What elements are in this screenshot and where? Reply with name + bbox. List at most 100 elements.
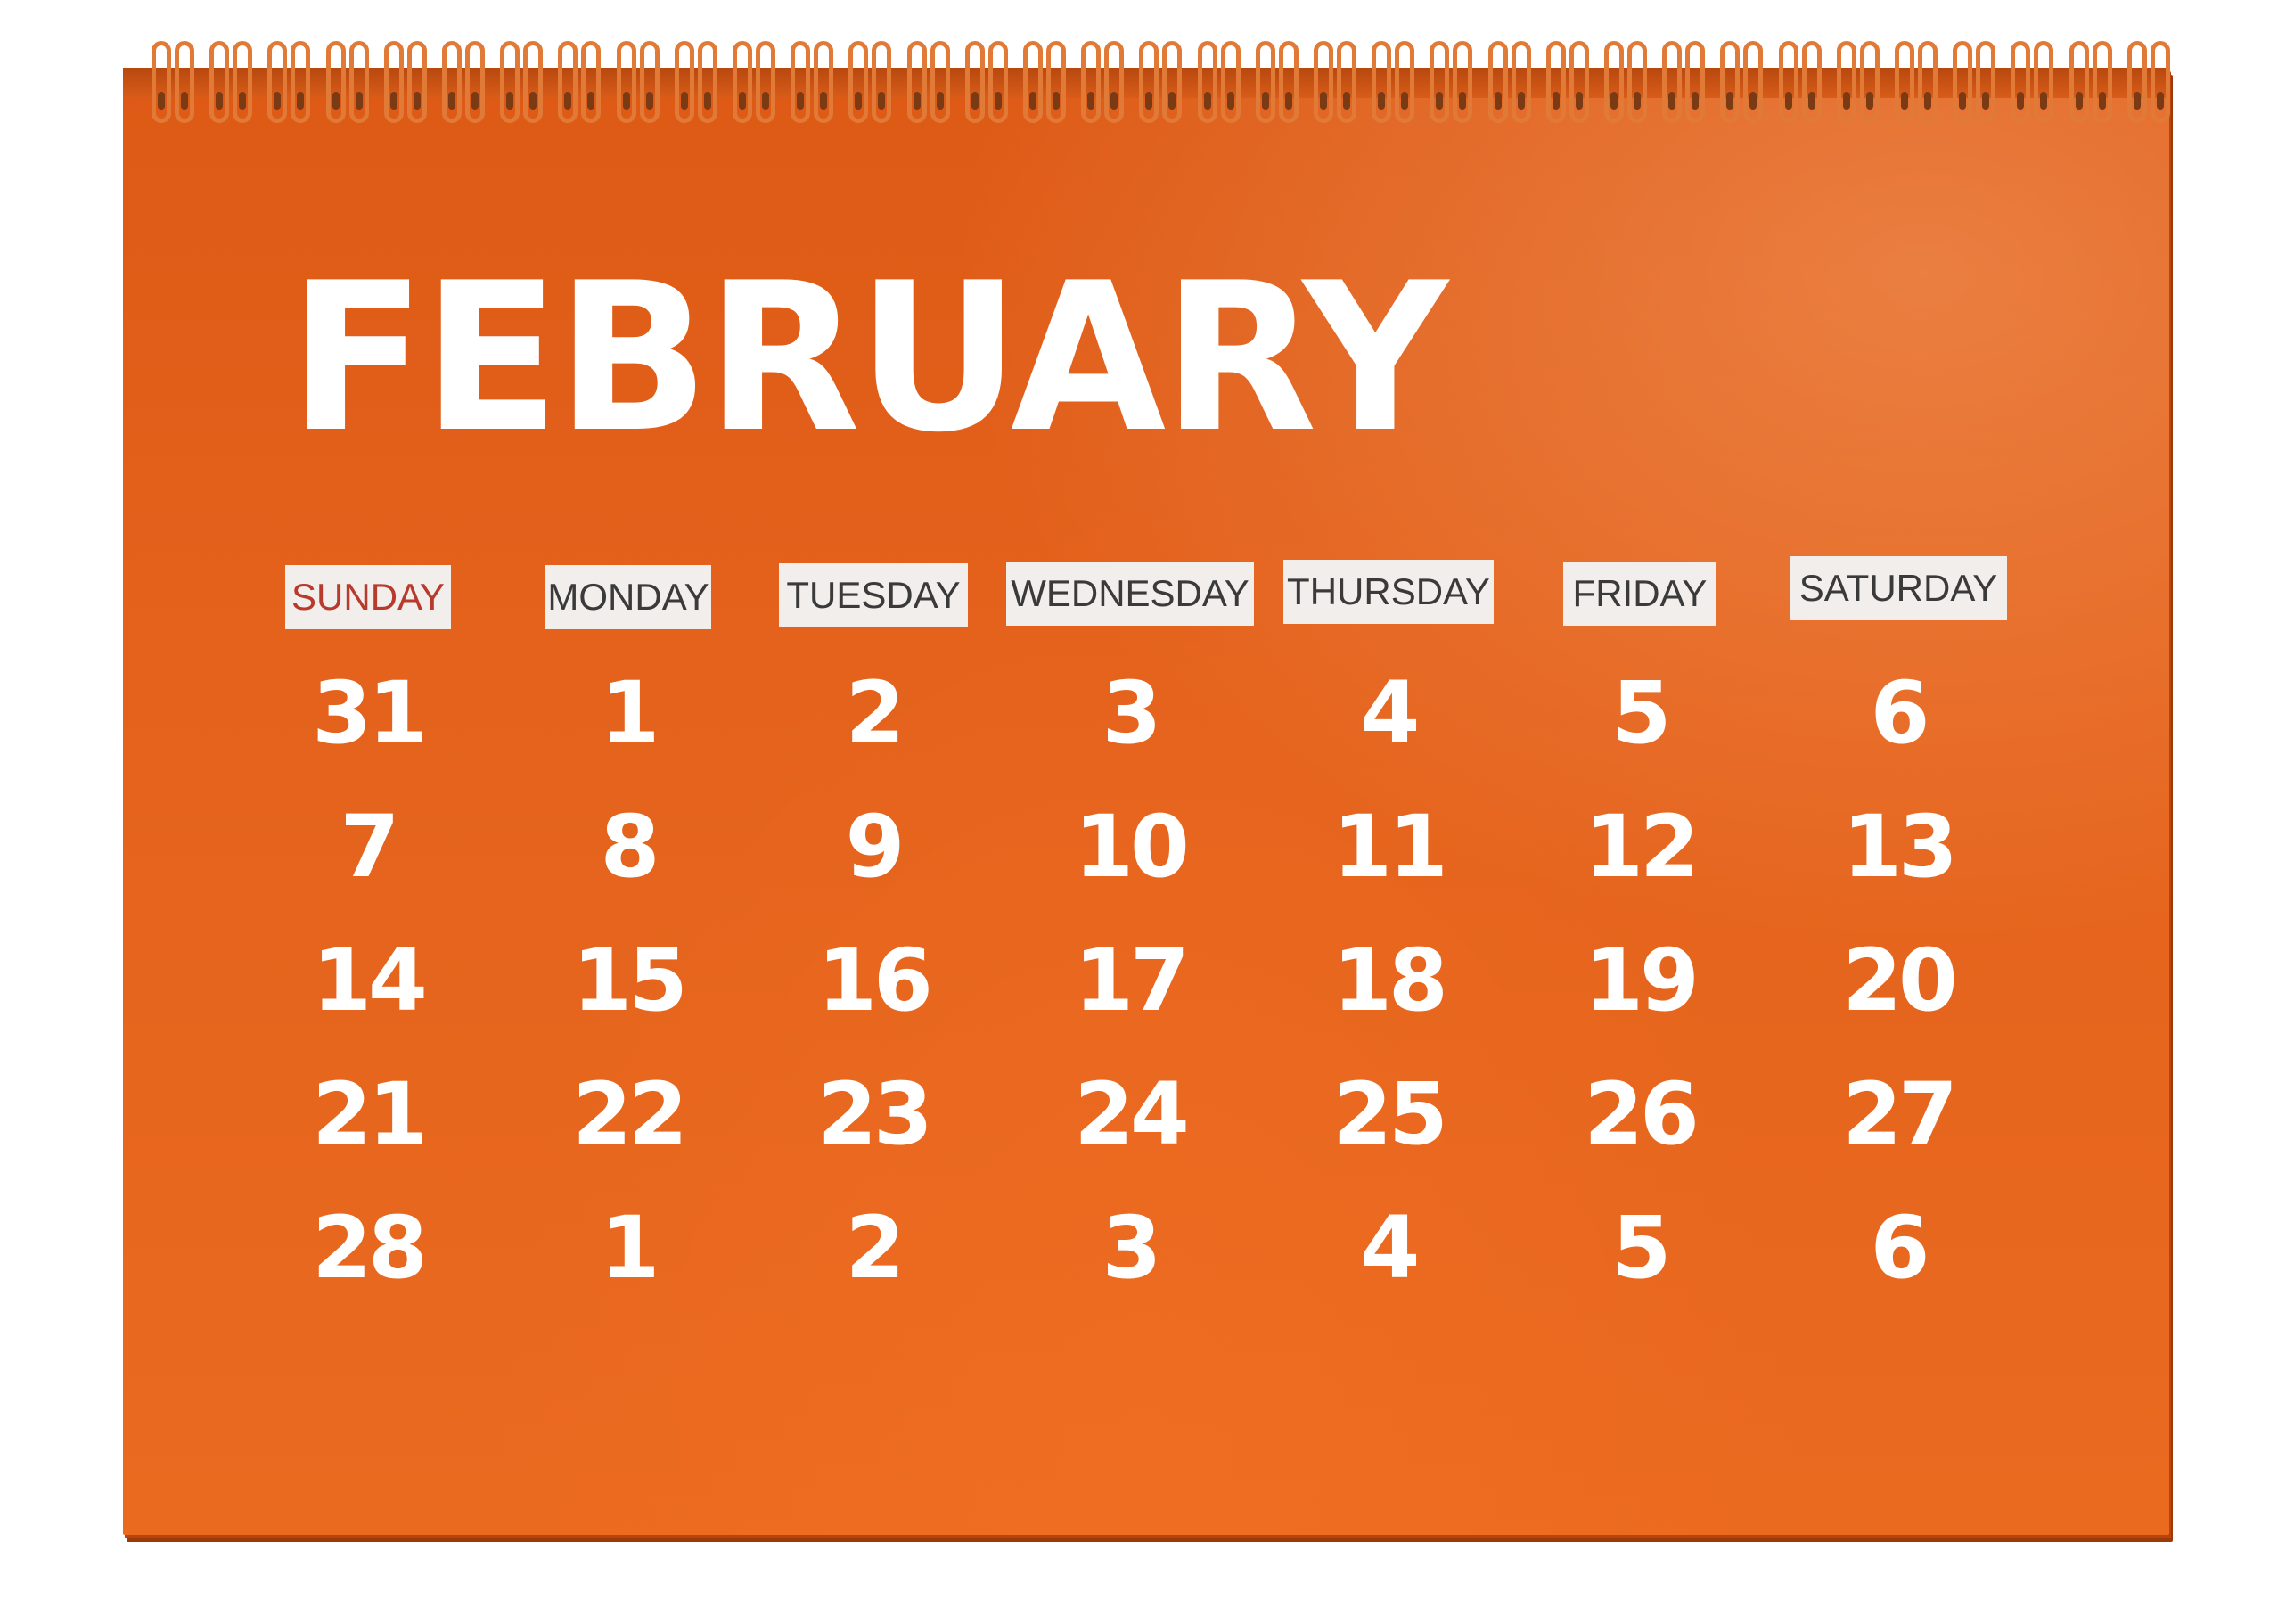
spiral-ring — [872, 41, 892, 123]
weekday-header-row: SUNDAY MONDAY TUESDAY WEDNESDAY THURSDAY… — [0, 556, 2294, 629]
spiral-ring — [1139, 41, 1159, 123]
spiral-ring — [1604, 41, 1624, 123]
spiral-ring — [1836, 41, 1856, 123]
spiral-ring — [1511, 41, 1531, 123]
spiral-ring — [406, 41, 427, 123]
day-number: 9 — [845, 797, 905, 897]
spiral-ring — [1801, 41, 1822, 123]
spiral-ring — [523, 41, 544, 123]
weekday-friday: FRIDAY — [1563, 562, 1716, 626]
spiral-ring — [1743, 41, 1764, 123]
day-number: 14 — [312, 931, 428, 1030]
day-number: 21 — [312, 1064, 428, 1164]
day-number: 5 — [1611, 1198, 1672, 1298]
spiral-ring — [1569, 41, 1589, 123]
days-grid: 31 1 2 3 4 5 6 7 8 9 10 11 12 13 14 15 16 17 18 19 20 21 22 23 2… — [0, 660, 2294, 1337]
spiral-ring — [733, 41, 752, 123]
spiral-ring — [233, 41, 253, 123]
spiral-ring — [1859, 41, 1880, 123]
spiral-ring — [1976, 41, 1996, 123]
spiral-ring — [2092, 41, 2112, 123]
spiral-ring — [348, 41, 369, 123]
spiral-ring — [697, 41, 717, 123]
spiral-ring — [175, 41, 194, 123]
day-number: 8 — [600, 797, 660, 897]
day-number: 6 — [1870, 663, 1930, 763]
spiral-ring — [987, 41, 1008, 123]
spiral-binding — [152, 41, 2170, 130]
spiral-ring — [2069, 41, 2089, 123]
spiral-ring — [1662, 41, 1683, 123]
spiral-ring — [1278, 41, 1299, 123]
day-number: 26 — [1584, 1064, 1700, 1164]
weekday-sunday: SUNDAY — [285, 565, 451, 629]
spiral-ring — [500, 41, 520, 123]
spiral-ring — [1337, 41, 1356, 123]
spiral-ring — [1895, 41, 1914, 123]
spiral-ring — [848, 41, 869, 123]
spiral-ring — [1720, 41, 1741, 123]
spiral-ring — [1627, 41, 1647, 123]
day-number: 28 — [312, 1198, 428, 1298]
spiral-ring — [1046, 41, 1066, 123]
spiral-ring — [791, 41, 811, 123]
spiral-ring — [2011, 41, 2031, 123]
spiral-ring — [1953, 41, 1973, 123]
day-number: 20 — [1842, 931, 1958, 1030]
day-number: 22 — [572, 1064, 688, 1164]
spiral-ring — [1545, 41, 1566, 123]
spiral-ring — [1430, 41, 1450, 123]
day-number: 7 — [340, 797, 400, 897]
spiral-ring — [964, 41, 985, 123]
spiral-ring — [1081, 41, 1102, 123]
day-number: 11 — [1332, 797, 1448, 897]
spiral-ring — [1453, 41, 1473, 123]
weekday-monday: MONDAY — [545, 565, 711, 629]
weekday-wednesday: WEDNESDAY — [1006, 562, 1254, 626]
spiral-ring — [930, 41, 950, 123]
spiral-ring — [581, 41, 602, 123]
weekday-thursday: THURSDAY — [1283, 560, 1494, 624]
day-number: 19 — [1584, 931, 1700, 1030]
spiral-ring — [616, 41, 636, 123]
weekday-saturday: SATURDAY — [1790, 556, 2007, 620]
spiral-ring — [2150, 41, 2170, 123]
day-number: 5 — [1611, 663, 1672, 763]
spiral-ring — [1023, 41, 1043, 123]
spiral-ring — [1162, 41, 1183, 123]
day-number: 2 — [845, 663, 905, 763]
day-number: 4 — [1360, 1198, 1421, 1298]
spiral-ring — [1918, 41, 1938, 123]
day-number: 31 — [312, 663, 428, 763]
day-number: 2 — [845, 1198, 905, 1298]
day-number: 24 — [1074, 1064, 1190, 1164]
spiral-ring — [267, 41, 288, 123]
day-number: 12 — [1584, 797, 1700, 897]
spiral-ring — [2126, 41, 2147, 123]
spiral-ring — [465, 41, 485, 123]
spiral-ring — [639, 41, 660, 123]
spiral-ring — [291, 41, 311, 123]
day-number: 6 — [1870, 1198, 1930, 1298]
day-number: 18 — [1332, 931, 1448, 1030]
spiral-ring — [1372, 41, 1392, 123]
day-number: 1 — [600, 1198, 660, 1298]
spiral-ring — [1685, 41, 1706, 123]
spiral-ring — [1197, 41, 1217, 123]
spiral-ring — [442, 41, 462, 123]
spiral-ring — [674, 41, 694, 123]
spiral-ring — [558, 41, 578, 123]
spiral-ring — [1220, 41, 1241, 123]
spiral-ring — [152, 41, 171, 123]
day-number: 27 — [1842, 1064, 1958, 1164]
spiral-ring — [1255, 41, 1275, 123]
spiral-ring — [1314, 41, 1333, 123]
day-number: 15 — [572, 931, 688, 1030]
spiral-ring — [1104, 41, 1125, 123]
spiral-ring — [209, 41, 230, 123]
day-number: 17 — [1074, 931, 1190, 1030]
spiral-ring — [383, 41, 404, 123]
weekday-tuesday: TUESDAY — [779, 563, 968, 627]
spiral-ring — [756, 41, 775, 123]
day-number: 16 — [817, 931, 933, 1030]
